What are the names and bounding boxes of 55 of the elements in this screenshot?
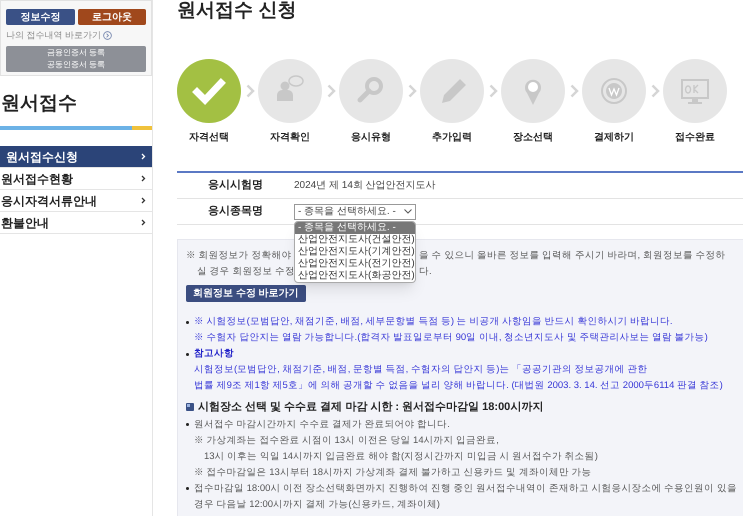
notice-text: ※ 시험정보(모범답안, 채점기준, 배점, 세부문항별 득점 등) 는 비공개 사항임을 반드시 확인하시기 바랍니다. [194, 315, 674, 329]
chevron-right-icon [141, 175, 146, 182]
chevron-right-icon [141, 219, 146, 226]
notice-text: 접수마감일 18:00시 이전 장소선택화면까지 진행하여 진행 중인 원서접수내역이 존재하고 시험응시장소에 수용인원이 있을 [194, 482, 737, 496]
arrow-circle-icon [103, 31, 112, 40]
notice-text: 다. [419, 265, 432, 279]
member-info-button[interactable]: 회원정보 수정 바로가기 [186, 285, 306, 302]
deadline-title: 시험장소 선택 및 수수료 결제 마감 시한 : 원서접수마감일 18:00시까지 [198, 400, 544, 415]
chevron-right-icon [408, 84, 417, 98]
chevron-right-icon [141, 153, 146, 160]
dropdown-option[interactable]: - 종목을 선택하세요. - [295, 222, 415, 234]
notice-text: 경우 다음날 12:00시까지 결제 가능(신용카드, 계좌이체) [194, 498, 441, 512]
step-label: 자격확인 [270, 131, 310, 145]
field-label: 응시시험명 [207, 178, 264, 194]
chevron-down-icon [404, 209, 412, 214]
chevron-right-icon [141, 197, 146, 204]
bullet-icon [186, 320, 189, 324]
notice-text: ※ 수험자 답안지는 열람 가능합니다.(합격자 발표일로부터 90일 이내, 청소년지도사 및 주택관리사보는 열람 불가능) [194, 331, 708, 345]
edit-info-button[interactable]: 정보수정 [6, 9, 74, 25]
dropdown-option[interactable]: 산업안전지도사(전기안전) [295, 258, 415, 270]
notice-text: ※ 회원정보가 정확해야 [186, 250, 292, 261]
section-heading: 원서접수 [0, 92, 78, 116]
subject-select[interactable]: - 종목을 선택하세요. - [294, 204, 416, 220]
bullet-icon [186, 487, 189, 490]
step-label: 장소선택 [513, 131, 553, 145]
notice-title: 참고사항 [194, 347, 235, 361]
notice-text: 원서접수 마감시간까지 수수료 결제가 완료되어야 합니다. [194, 418, 451, 432]
step-label: 접수완료 [675, 131, 715, 145]
notice-text: 13시 이후는 익일 14시까지 입금완료 해야 함(지정시간까지 미입금 시 원서접수가 취소됨) [203, 450, 598, 464]
step-label: 자격선택 [189, 131, 229, 145]
square-bullet-icon [186, 403, 194, 412]
notice-text: 을 수 있으니 올바른 정보를 입력해 주시기 바라며, 회원정보를 수정하 [419, 249, 726, 263]
dropdown-option[interactable]: 산업안전지도사(건설안전) [295, 234, 415, 246]
notice-text: 시험정보(모범답안, 채점기준, 배점, 문항별 득점, 수험자의 답안지 등)는 「공공기관의 정보공개에 관한 [194, 363, 648, 377]
exam-name: 2024년 제 14회 산업안전지도사 [294, 179, 436, 193]
chevron-right-icon [327, 84, 336, 98]
bullet-icon [186, 352, 189, 356]
step-label: 결제하기 [594, 131, 634, 145]
chevron-right-icon [651, 84, 660, 98]
menu-item[interactable]: 원서접수신청 [0, 146, 152, 168]
logout-button[interactable]: 로그아웃 [78, 9, 146, 25]
page-title: 원서접수 신청 [177, 0, 298, 22]
notice-text: ※ 접수마감일은 13시부터 18시까지 가상계좌 결제 불가하고 신용카드 및 계좌이체만 가능 [194, 466, 593, 480]
notice-text: ※ 가상계좌는 접수완료 시점이 13시 이전은 당일 14시까지 입금완료, [194, 434, 500, 448]
chevron-right-icon [489, 84, 498, 98]
dropdown-option[interactable]: 산업안전지도사(기계안전) [295, 246, 415, 258]
dropdown-option[interactable]: 산업안전지도사(화공안전) [295, 270, 415, 282]
notice-text: 법률 제9조 제1항 제5호」에 의해 공개할 수 없음을 널리 양해 바랍니다. (대법원 2003. 3. 14. 선고 2000두6114 판결 참조) [194, 379, 723, 393]
field-label: 응시종목명 [207, 204, 264, 220]
step-label: 추가입력 [432, 131, 472, 145]
notice-text: 실 경우 회원정보 수정 [197, 266, 295, 277]
chevron-right-icon [246, 84, 255, 98]
chevron-right-icon [570, 84, 579, 98]
bullet-icon [186, 423, 189, 426]
step-label: 응시유형 [351, 131, 391, 145]
